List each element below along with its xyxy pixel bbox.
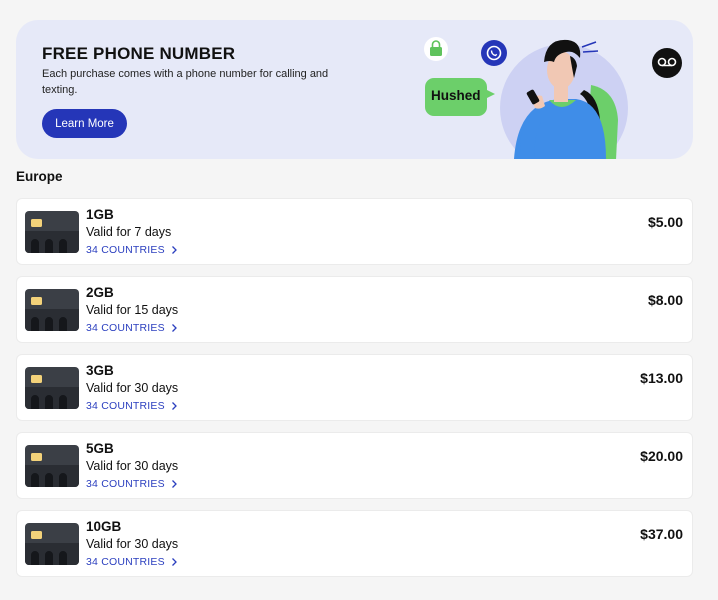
plan-price: $13.00 xyxy=(640,370,683,386)
plan-card-2gb[interactable]: 2GB Valid for 15 days 34 COUNTRIES $8.00 xyxy=(16,276,693,343)
plan-validity: Valid for 15 days xyxy=(86,303,179,317)
voicemail-icon xyxy=(652,48,682,78)
countries-link[interactable]: 34 COUNTRIES xyxy=(86,322,178,334)
esim-card-icon xyxy=(25,289,79,331)
plan-data-size: 1GB xyxy=(86,207,114,222)
plan-validity: Valid for 30 days xyxy=(86,381,179,395)
countries-label: 34 COUNTRIES xyxy=(86,244,165,256)
esim-card-icon xyxy=(25,523,79,565)
plan-validity: Valid for 30 days xyxy=(86,459,179,473)
chevron-right-icon xyxy=(171,246,177,254)
lock-icon xyxy=(424,37,448,61)
promo-banner: FREE PHONE NUMBER Each purchase comes wi… xyxy=(16,20,693,159)
countries-label: 34 COUNTRIES xyxy=(86,400,165,412)
countries-label: 34 COUNTRIES xyxy=(86,556,165,568)
plan-card-1gb[interactable]: 1GB Valid for 7 days 34 COUNTRIES $5.00 xyxy=(16,198,693,265)
plan-card-3gb[interactable]: 3GB Valid for 30 days 34 COUNTRIES $13.0… xyxy=(16,354,693,421)
plan-price: $37.00 xyxy=(640,526,683,542)
plan-card-5gb[interactable]: 5GB Valid for 30 days 34 COUNTRIES $20.0… xyxy=(16,432,693,499)
plan-data-size: 2GB xyxy=(86,285,114,300)
countries-label: 34 COUNTRIES xyxy=(86,322,165,334)
chat-bubble-text: Hushed xyxy=(431,88,481,103)
region-heading: Europe xyxy=(16,169,63,184)
esim-card-icon xyxy=(25,367,79,409)
countries-link[interactable]: 34 COUNTRIES xyxy=(86,400,178,412)
plan-card-10gb[interactable]: 10GB Valid for 30 days 34 COUNTRIES $37.… xyxy=(16,510,693,577)
countries-link[interactable]: 34 COUNTRIES xyxy=(86,478,178,490)
plan-data-size: 3GB xyxy=(86,363,114,378)
plan-validity: Valid for 7 days xyxy=(86,225,172,239)
countries-link[interactable]: 34 COUNTRIES xyxy=(86,244,178,256)
chevron-right-icon xyxy=(171,480,177,488)
plan-data-size: 5GB xyxy=(86,441,114,456)
phone-call-icon xyxy=(481,40,507,66)
banner-title: FREE PHONE NUMBER xyxy=(42,44,236,63)
banner-description: Each purchase comes with a phone number … xyxy=(42,68,329,96)
plan-list: 1GB Valid for 7 days 34 COUNTRIES $5.00 … xyxy=(16,198,693,588)
plan-price: $20.00 xyxy=(640,448,683,464)
plan-price: $5.00 xyxy=(647,214,683,230)
countries-label: 34 COUNTRIES xyxy=(86,478,165,490)
plan-price: $8.00 xyxy=(647,292,683,308)
esim-card-icon xyxy=(25,211,79,253)
countries-link[interactable]: 34 COUNTRIES xyxy=(86,556,178,568)
plan-validity: Valid for 30 days xyxy=(86,537,179,551)
learn-more-button[interactable]: Learn More xyxy=(42,109,127,138)
chevron-right-icon xyxy=(171,558,177,566)
chevron-right-icon xyxy=(171,324,177,332)
chevron-right-icon xyxy=(171,402,177,410)
esim-card-icon xyxy=(25,445,79,487)
plan-data-size: 10GB xyxy=(86,519,122,534)
